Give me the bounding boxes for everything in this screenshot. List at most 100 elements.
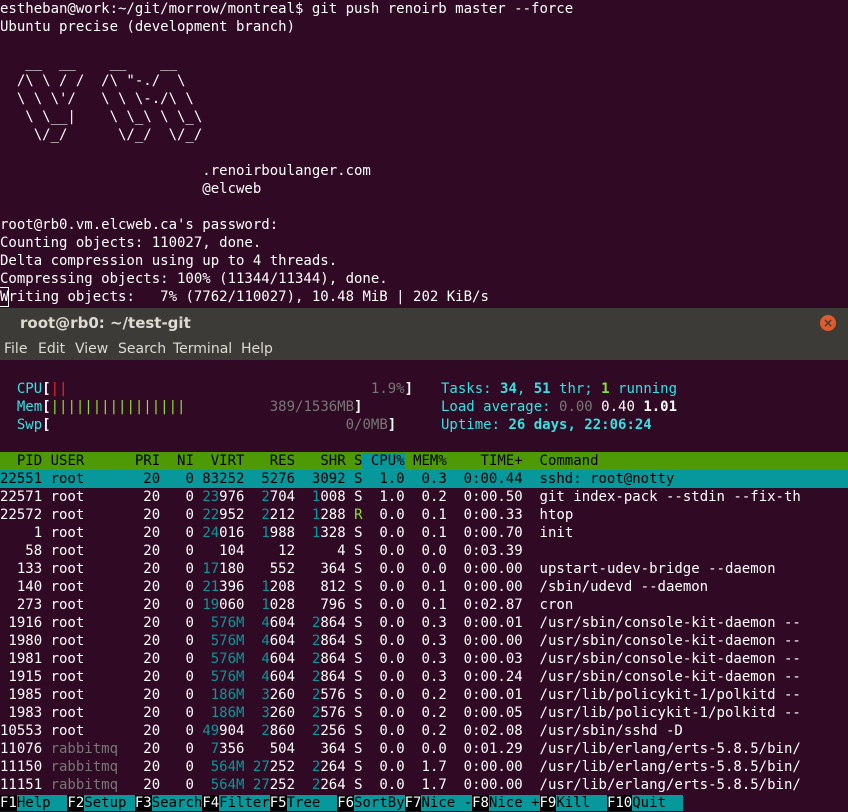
state-cell: S <box>345 543 363 559</box>
res-cell: 27252 <box>252 777 296 793</box>
command-cell: /usr/sbin/console-kit-daemon -- <box>539 633 801 649</box>
fkey-f2[interactable]: F2 <box>67 795 85 811</box>
menu-bar: File Edit View Search Terminal Help <box>0 338 848 360</box>
fkey-f1[interactable]: F1 <box>0 795 17 811</box>
table-row[interactable]: 1 root 20 0 24016 1988 1328 S 0.0 0.1 0:… <box>0 524 574 542</box>
fkey-f4[interactable]: F4 <box>202 795 220 811</box>
fkey-f3[interactable]: F3 <box>134 795 152 811</box>
table-row[interactable]: 11150 rabbitmq 20 0 564M 27252 2264 S 0.… <box>0 758 801 776</box>
cpu-meter: CPU[|| 1.9%] <box>16 381 414 397</box>
state-cell: S <box>345 687 363 703</box>
table-row[interactable]: 22571 root 20 0 23976 2704 1008 S 1.0 0.… <box>0 488 801 506</box>
shr-cell: 2864 <box>311 651 346 667</box>
res-cell: 4604 <box>261 669 296 685</box>
pri-cell: 20 <box>126 777 161 793</box>
table-row[interactable]: 1916 root 20 0 576M 4604 2864 S 0.0 0.3 … <box>0 614 800 632</box>
pid-cell: 1915 <box>0 669 51 685</box>
table-row[interactable]: 133 root 20 0 17180 552 364 S 0.0 0.0 0:… <box>0 560 776 578</box>
state-cell: S <box>345 669 363 685</box>
mem-cell: 0.2 <box>404 723 447 739</box>
cpu-cell: 0.0 <box>362 723 405 739</box>
pid-cell: 273 <box>0 597 51 613</box>
process-table-header[interactable]: PID USER PRI NI VIRT RES SHR S CPU% MEM%… <box>0 452 848 470</box>
ni-cell: 0 <box>160 777 194 793</box>
fkey-label-f8[interactable]: Nice + <box>488 795 540 811</box>
fkey-label-f6[interactable]: SortBy <box>354 795 405 811</box>
fkey-f7[interactable]: F7 <box>404 795 422 811</box>
pid-cell: 58 <box>0 543 51 559</box>
terminal-line: Ubuntu precise (development branch) <box>0 19 296 35</box>
state-cell: S <box>345 561 363 577</box>
fkey-f8[interactable]: F8 <box>472 795 489 811</box>
ni-cell: 0 <box>160 507 194 523</box>
table-row[interactable]: 273 root 20 0 19060 1028 796 S 0.0 0.1 0… <box>0 596 573 614</box>
menu-file[interactable]: File <box>4 340 27 358</box>
user-cell: root <box>50 723 127 739</box>
fkey-f6[interactable]: F6 <box>337 795 355 811</box>
ni-cell: 0 <box>160 597 194 613</box>
fkey-f9[interactable]: F9 <box>539 795 557 811</box>
cpu-cell: 0.0 <box>362 741 405 757</box>
virt-cell: 576M <box>193 669 245 685</box>
virt-cell: 83252 <box>193 471 245 487</box>
ni-cell: 0 <box>160 669 194 685</box>
res-cell: 1028 <box>261 597 296 613</box>
res-cell: 4604 <box>261 633 296 649</box>
command-cell: /usr/sbin/console-kit-daemon -- <box>539 669 801 685</box>
fkey-label-f5[interactable]: Tree <box>286 795 338 811</box>
cpu-cell: 0.0 <box>362 759 405 775</box>
fkey-label-f1[interactable]: Help <box>16 795 68 811</box>
table-row[interactable]: 1983 root 20 0 186M 3260 2576 S 0.0 0.2 … <box>0 704 800 722</box>
pri-cell: 20 <box>126 705 161 721</box>
user-cell: root <box>50 489 127 505</box>
menu-view[interactable]: View <box>75 340 108 358</box>
background-terminal[interactable]: estheban@work:~/git/morrow/montreal$ git… <box>0 0 848 308</box>
table-row[interactable]: 1915 root 20 0 576M 4604 2864 S 0.0 0.3 … <box>0 668 801 686</box>
command-cell: /usr/lib/erlang/erts-5.8.5/bin/ <box>539 759 801 775</box>
time-cell: 0:03.39 <box>446 543 540 559</box>
table-row[interactable]: 22572 root 20 0 22952 2212 1288 R 0.0 0.… <box>0 506 573 524</box>
fkey-label-f7[interactable]: Nice - <box>421 795 473 811</box>
virt-cell: 22952 <box>202 507 245 523</box>
table-row[interactable]: 1985 root 20 0 186M 3260 2576 S 0.0 0.2 … <box>0 686 800 704</box>
table-row[interactable]: 10553 root 20 0 49904 2860 2256 S 0.0 0.… <box>0 722 683 740</box>
virt-cell: 186M <box>193 687 245 703</box>
mem-cell: 1.7 <box>404 777 447 793</box>
pid-cell: 1 <box>0 525 51 541</box>
fkey-label-f4[interactable]: Filter <box>219 795 270 811</box>
fkey-label-f10[interactable]: Quit <box>632 795 683 811</box>
time-cell: 0:00.05 <box>446 705 540 721</box>
cpu-cell: 0.0 <box>362 561 405 577</box>
menu-edit[interactable]: Edit <box>38 340 65 358</box>
virt-cell: 104 <box>193 543 245 559</box>
command-cell: htop <box>539 507 574 523</box>
table-row-selected[interactable]: 22551 root 20 0 83252 5276 3092 S 1.0 0.… <box>0 470 848 488</box>
pid-cell: 1980 <box>0 633 51 649</box>
pid-cell: 140 <box>0 579 51 595</box>
terminal-line: estheban@work:~/git/morrow/montreal$ git… <box>0 1 574 17</box>
git-progress-text: riting objects: 7% (7762/110027), 10.48 … <box>8 289 489 305</box>
fkey-f5[interactable]: F5 <box>269 795 287 811</box>
res-cell: 2212 <box>261 507 296 523</box>
close-icon[interactable]: × <box>820 315 836 331</box>
table-row[interactable]: 58 root 20 0 104 12 4 S 0.0 0.0 0:03.39 <box>0 542 540 560</box>
menu-search[interactable]: Search <box>118 340 166 358</box>
menu-help[interactable]: Help <box>241 340 273 358</box>
table-row[interactable]: 140 root 20 0 21396 1208 812 S 0.0 0.1 0… <box>0 578 708 596</box>
fkey-f10[interactable]: F10 <box>606 795 633 811</box>
pid-cell: 11151 <box>0 777 51 793</box>
virt-cell: 564M <box>193 777 245 793</box>
ni-cell: 0 <box>160 543 194 559</box>
state-cell: S <box>345 471 363 487</box>
table-row[interactable]: 11151 rabbitmq 20 0 564M 27252 2264 S 0.… <box>0 776 801 794</box>
fkey-label-f9[interactable]: Kill <box>556 795 607 811</box>
fkey-label-f2[interactable]: Setup <box>84 795 135 811</box>
fkey-label-f3[interactable]: Search <box>151 795 203 811</box>
terminal-window[interactable]: root@rb0: ~/test-git × File Edit View Se… <box>0 308 848 812</box>
table-row[interactable]: 11076 rabbitmq 20 0 7356 504 364 S 0.0 0… <box>0 740 801 758</box>
user-cell: root <box>50 669 127 685</box>
table-row[interactable]: 1980 root 20 0 576M 4604 2864 S 0.0 0.3 … <box>0 632 801 650</box>
menu-terminal[interactable]: Terminal <box>173 340 232 358</box>
table-row[interactable]: 1981 root 20 0 576M 4604 2864 S 0.0 0.3 … <box>0 650 800 668</box>
window-titlebar[interactable]: root@rb0: ~/test-git × <box>0 308 848 338</box>
